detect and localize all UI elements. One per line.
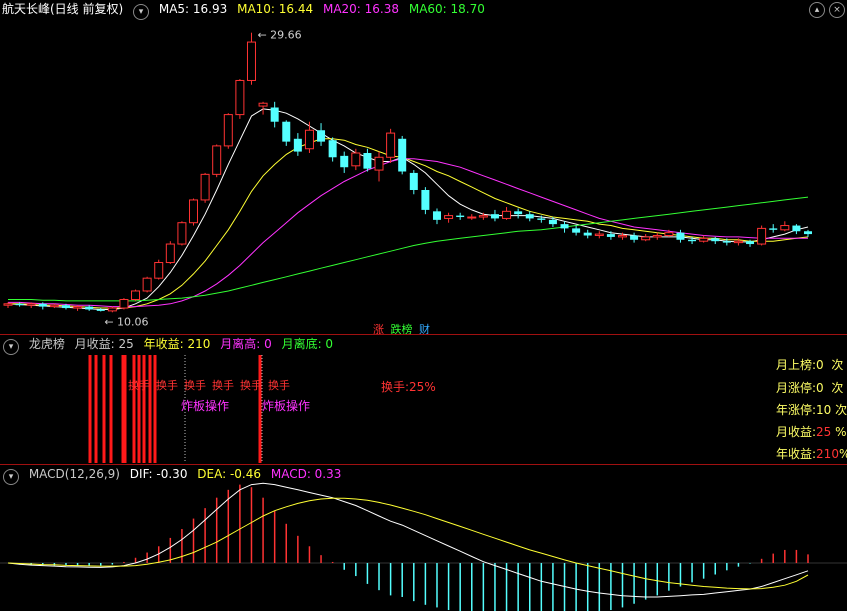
candle-body [15,303,24,306]
candle-body [96,309,105,311]
candle-body [502,210,512,219]
min-price-label: ← 10.06 [104,315,148,328]
candle-body [212,145,222,175]
candle-body [572,228,581,233]
candle-body [617,235,627,238]
lhb-overlap-text: 换手 [184,378,206,392]
candle-body [780,225,790,231]
candle-body [548,219,557,225]
max-price-label: ← 29.66 [257,29,301,42]
candle-body [165,243,175,264]
candle-body [340,155,349,168]
candle-body [49,304,59,308]
candle-body [38,303,47,307]
candle-body [711,238,720,242]
candle-body [560,224,569,229]
candle-body [189,199,199,224]
candle-body [386,132,396,158]
dif-line [7,482,809,598]
candle-body [131,290,141,301]
candle-body [722,241,731,243]
candle-body [664,232,674,237]
candle-body [467,216,477,219]
candle-body [514,211,523,215]
candle-body [444,215,454,219]
candle-body [351,152,361,167]
candle-body [432,211,441,220]
candle-body [304,129,314,150]
lhb-overlap-text: 换手 [268,378,290,392]
candle-body [490,214,499,219]
candle-body [73,306,83,309]
candle-body [317,130,326,142]
ma-line-ma10 [8,138,809,309]
candle-body [769,228,778,230]
candle-body [293,138,302,152]
candle-body [119,299,129,309]
candle-body [154,262,164,279]
candle-body [282,121,291,142]
lhb-overlap-text: 换手 [128,378,150,392]
candle-body [652,235,662,238]
candle-body [177,222,187,245]
candle-body [804,231,812,235]
candle-body [409,172,418,190]
candle-body [85,306,94,310]
candle-body [478,215,488,218]
candle-body [792,225,801,232]
candle-body [235,79,245,116]
candle-body [374,156,384,171]
candle-body [107,307,117,312]
candle-body [606,234,615,237]
lhb-overlap-text: 换手 [212,378,234,392]
candle-body [688,239,697,242]
candle-body [537,218,546,220]
chart-canvas: ← 29.66← 10.06换手 换手 换手 换手 换手 换手 [0,29,847,611]
candle-body [456,215,465,218]
candle-body [733,240,743,244]
candle-body [246,41,256,81]
candle-body [676,232,685,240]
candle-body [142,277,152,292]
candle-body [223,114,233,147]
ma-line-ma20 [8,158,808,308]
candle-body [328,140,337,158]
candle-body [270,107,279,122]
candle-body [641,236,651,241]
candle-body [363,153,372,169]
candle-body [421,189,430,210]
candle-body [699,237,709,242]
lhb-overlap-text: 换手 [156,378,178,392]
ma-line-ma60 [8,196,809,302]
candle-body [583,232,592,236]
candle-body [630,235,639,240]
lhb-overlap-text: 换手 [240,378,262,392]
candle-body [200,173,210,201]
candle-body [525,214,534,219]
candle-body [26,303,36,306]
dea-line [7,497,809,590]
candle-body [746,241,755,245]
candle-body [61,305,70,309]
candle-body [757,227,767,245]
candle-body [258,102,268,107]
candle-body [398,138,407,172]
ma-line-ma5 [7,108,809,310]
candle-body [3,303,13,306]
candle-body [594,233,604,237]
